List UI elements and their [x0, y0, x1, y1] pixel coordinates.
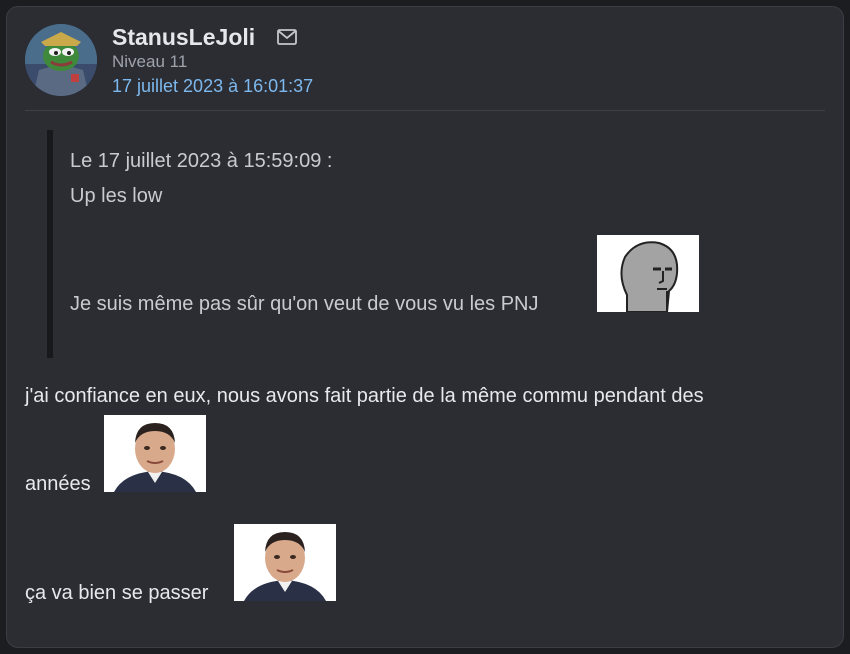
message-line: j'ai confiance en eux, nous avons fait p… — [25, 385, 704, 407]
quote-bar — [47, 130, 53, 358]
quote-block: Le 17 juillet 2023 à 15:59:09 : Up les l… — [47, 130, 827, 358]
man-portrait-sticker — [104, 415, 206, 492]
quote-line: Up les low — [70, 185, 163, 207]
man-portrait-sticker — [234, 524, 336, 601]
header-divider — [25, 110, 825, 111]
quote-line: Je suis même pas sûr qu'on veut de vous … — [70, 293, 539, 315]
post-date-link[interactable]: 17 juillet 2023 à 16:01:37 — [112, 76, 313, 97]
message-line: ça va bien se passer — [25, 582, 209, 604]
quote-header: Le 17 juillet 2023 à 15:59:09 : — [70, 150, 333, 172]
author-level: Niveau 11 — [112, 52, 188, 71]
forum-post: StanusLeJoli Niveau 11 17 juillet 2023 à… — [6, 6, 844, 648]
message-line: années — [25, 473, 91, 495]
npc-wojak-sticker — [597, 235, 699, 312]
envelope-icon[interactable] — [277, 29, 297, 45]
author-avatar[interactable] — [25, 24, 97, 96]
author-name[interactable]: StanusLeJoli — [112, 24, 255, 51]
post-header: StanusLeJoli Niveau 11 17 juillet 2023 à… — [7, 7, 843, 111]
